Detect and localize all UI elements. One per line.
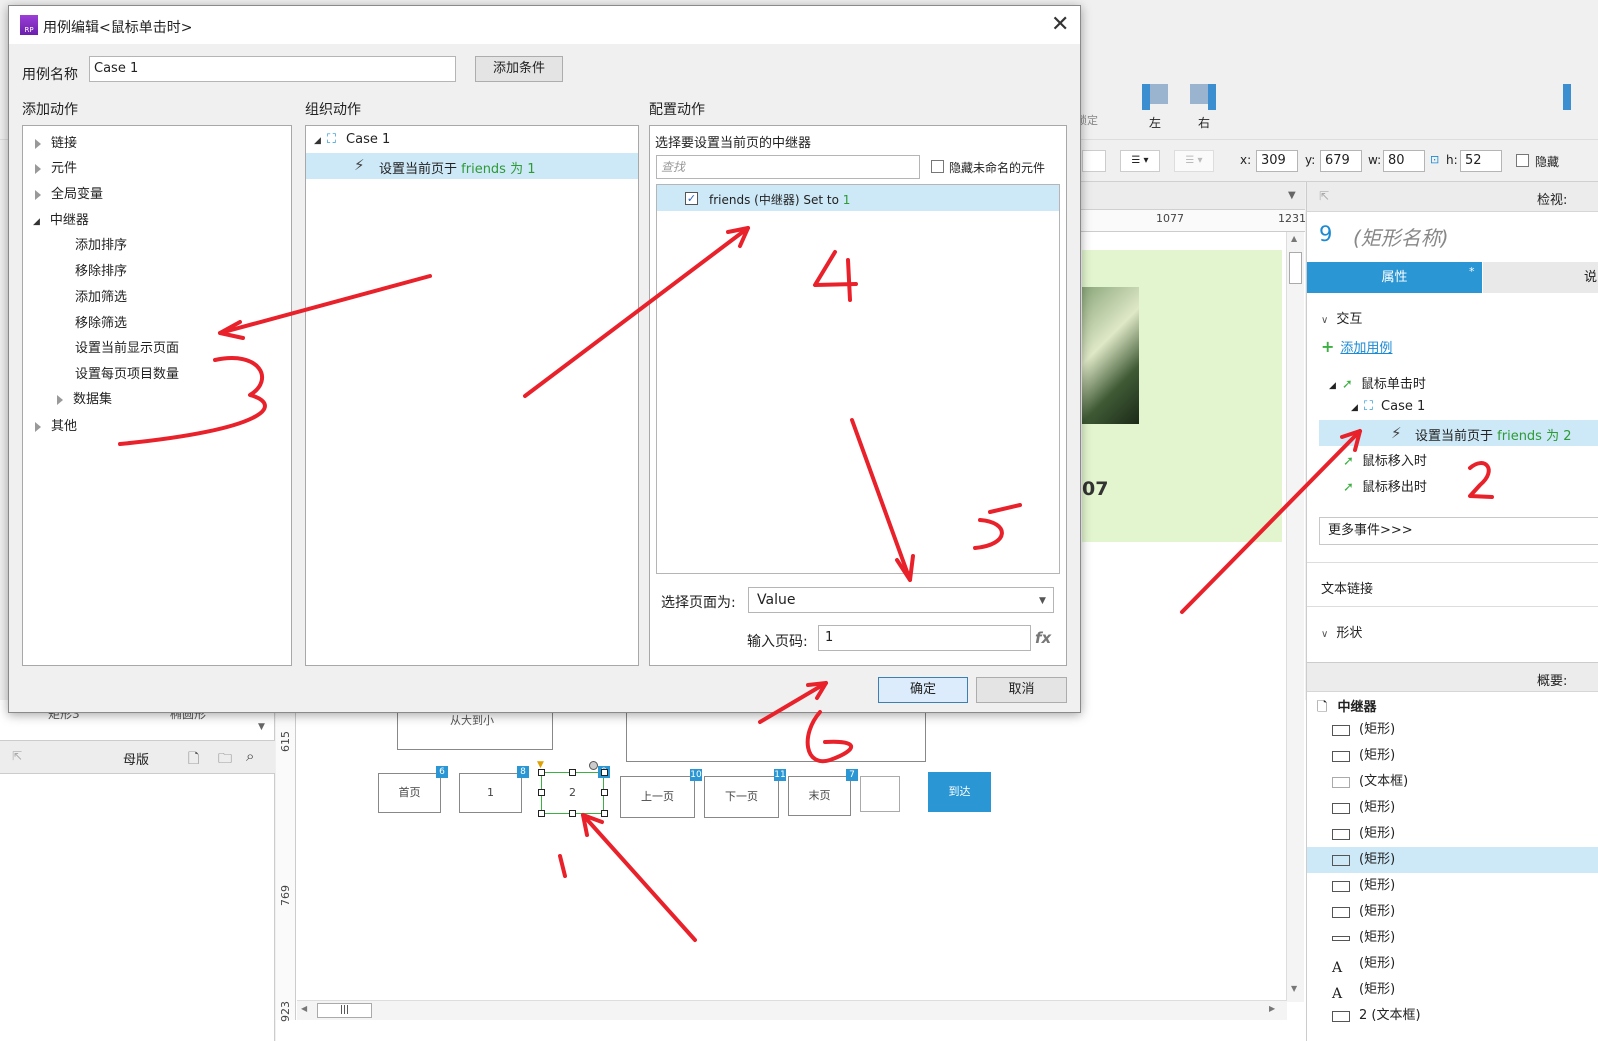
annotation-digit-4 bbox=[813, 250, 858, 302]
annotation-digit-3 bbox=[118, 356, 267, 446]
arrow-3 bbox=[218, 274, 432, 335]
annotation-digit-1 bbox=[558, 854, 567, 878]
arrow-5 bbox=[850, 418, 912, 582]
annotation-digit-2 bbox=[1468, 461, 1494, 499]
arrow-1 bbox=[581, 813, 697, 942]
annotation-digit-5 bbox=[973, 503, 1022, 550]
annotation-layer bbox=[118, 226, 1494, 942]
annotation-digit-6 bbox=[805, 710, 853, 764]
arrow-2 bbox=[1180, 429, 1362, 614]
arrow-4 bbox=[523, 226, 750, 398]
